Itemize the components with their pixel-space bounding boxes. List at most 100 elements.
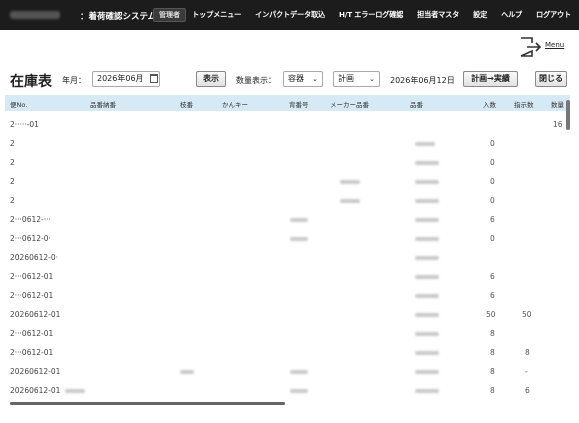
blurred-value [415, 199, 439, 203]
blurred-value [290, 218, 308, 222]
role-badge: 管理者 [153, 8, 186, 22]
show-button[interactable]: 表示 [196, 71, 226, 87]
table-row[interactable]: 20260612-01 50 50 [5, 305, 570, 324]
horizontal-scrollbar[interactable] [10, 402, 285, 405]
col-header-part-no[interactable]: 品番 [410, 99, 423, 109]
blurred-value [290, 237, 308, 241]
close-button[interactable]: 閉じる [535, 71, 567, 87]
table-row[interactable]: 2 0 [5, 172, 570, 191]
nav-settings[interactable]: 設定 [473, 10, 487, 20]
blurred-value [180, 370, 194, 374]
vertical-scrollbar[interactable] [566, 100, 570, 130]
app-title: ：着荷確認システム [80, 12, 157, 22]
cell-lot: 20260612-01 [10, 367, 61, 376]
table-row[interactable]: 2···0612-01 6 [5, 286, 570, 305]
blurred-value [340, 180, 360, 184]
blurred-value [415, 275, 439, 279]
col-header-quantity[interactable]: 数量 [551, 99, 564, 109]
nav-help[interactable]: ヘルプ [501, 10, 522, 20]
top-navigation-bar: ：着荷確認システム 管理者 トップメニュー インパクトデータ取込 H/T エラー… [0, 0, 579, 30]
cell-pack-qty: 0 [490, 158, 495, 167]
cell-lot: 2···0612-01 [10, 348, 54, 357]
calendar-icon[interactable] [150, 74, 158, 83]
table-row[interactable]: 2 0 [5, 153, 570, 172]
plan-to-actual-button[interactable]: 計画→実績 [463, 71, 518, 87]
cell-lot: 2···0612-01 [10, 272, 54, 281]
plan-select[interactable]: 計画 ⌄ [333, 71, 380, 87]
cell-lot: 20260612-01 [10, 310, 61, 319]
col-header-branch[interactable]: 枝番 [180, 99, 193, 109]
table-row[interactable]: 2···0612-01 8 8 [5, 343, 570, 362]
table-row[interactable]: 2···0612-0· 0 [5, 229, 570, 248]
nav-ht-error-log[interactable]: H/T エラーログ確認 [339, 10, 403, 20]
col-header-kanban-key[interactable]: かんキー [222, 99, 248, 109]
table-row[interactable]: 2 0 [5, 191, 570, 210]
blurred-value [415, 332, 439, 336]
blurred-value [415, 370, 439, 374]
table-row[interactable]: 2···0612-01 6 [5, 267, 570, 286]
col-header-maker-part[interactable]: メーカー品番 [330, 99, 369, 109]
blurred-value [415, 313, 439, 317]
unit-select[interactable]: 容器 ⌄ [283, 71, 323, 87]
page-bottom [0, 408, 579, 423]
current-date: 2026年06月12日 [390, 76, 455, 85]
brand-logo [10, 11, 60, 19]
year-month-value: 2026年06月 [97, 74, 144, 83]
col-header-instruction[interactable]: 指示数 [514, 99, 534, 109]
col-header-part-delivery[interactable]: 品番納番 [90, 99, 116, 109]
table-row[interactable]: 20260612-0· [5, 248, 570, 267]
cell-instruction: 8 [525, 348, 530, 357]
cell-quantity: 16 [553, 120, 563, 129]
menu-exit-icon [520, 37, 542, 57]
cell-pack-qty: 8 [490, 329, 495, 338]
blurred-value [290, 370, 308, 374]
cell-lot: 2 [10, 177, 15, 186]
cell-lot: 20260612-0· [10, 253, 59, 262]
cell-lot: 2 [10, 139, 15, 148]
blurred-value [415, 180, 439, 184]
menu-label[interactable]: Menu [545, 41, 564, 49]
col-header-pack-qty[interactable]: 入数 [483, 99, 496, 109]
cell-pack-qty: 0 [490, 177, 495, 186]
nav-menu: トップメニュー インパクトデータ取込 H/T エラーログ確認 担当者マスタ 設定… [192, 10, 571, 20]
chevron-down-icon: ⌄ [312, 75, 318, 83]
cell-instruction: 6 [525, 386, 530, 395]
col-header-back-number[interactable]: 背番号 [289, 99, 309, 109]
cell-instruction: 50 [522, 310, 532, 319]
table-row[interactable]: 2···0612-01 8 [5, 324, 570, 343]
table-row[interactable]: 2···0612-··· 6 [5, 210, 570, 229]
blurred-value [415, 237, 439, 241]
cell-pack-qty: 6 [490, 291, 495, 300]
blurred-value [65, 389, 85, 393]
blurred-value [290, 389, 308, 393]
cell-pack-qty: 8 [490, 386, 495, 395]
table-row[interactable]: 2·····-01 16 [5, 115, 570, 134]
blurred-value [415, 218, 439, 222]
table-row[interactable]: 2 0 [5, 134, 570, 153]
cell-lot: 2···0612-01 [10, 329, 54, 338]
cell-lot: 2···0612-··· [10, 215, 51, 224]
blurred-value [415, 294, 439, 298]
blurred-value [415, 161, 439, 165]
nav-logout[interactable]: ログアウト [536, 10, 571, 20]
cell-pack-qty: 8 [490, 367, 495, 376]
cell-lot: 2···0612-0· [10, 234, 51, 243]
table-row[interactable]: 20260612-01 8 6 [5, 381, 570, 400]
year-month-label: 年月： [62, 76, 86, 85]
nav-staff-master[interactable]: 担当者マスタ [417, 10, 459, 20]
chevron-down-icon: ⌄ [369, 75, 375, 83]
unit-select-value: 容器 [288, 74, 304, 83]
nav-impact-import[interactable]: インパクトデータ取込 [255, 10, 325, 20]
cell-lot: 20260612-01 [10, 386, 61, 395]
col-header-lot[interactable]: 便No. [10, 99, 27, 109]
page-title: 在庫表 [10, 74, 52, 90]
nav-top-menu[interactable]: トップメニュー [192, 10, 241, 20]
cell-pack-qty: 0 [490, 139, 495, 148]
table-row[interactable]: 20260612-01 8 - [5, 362, 570, 381]
cell-lot: 2 [10, 196, 15, 205]
cell-lot: 2···0612-01 [10, 291, 54, 300]
quantity-display-label: 数量表示： [236, 76, 276, 85]
cell-pack-qty: 50 [486, 310, 496, 319]
plan-select-value: 計画 [338, 74, 354, 83]
blurred-value [415, 351, 439, 355]
